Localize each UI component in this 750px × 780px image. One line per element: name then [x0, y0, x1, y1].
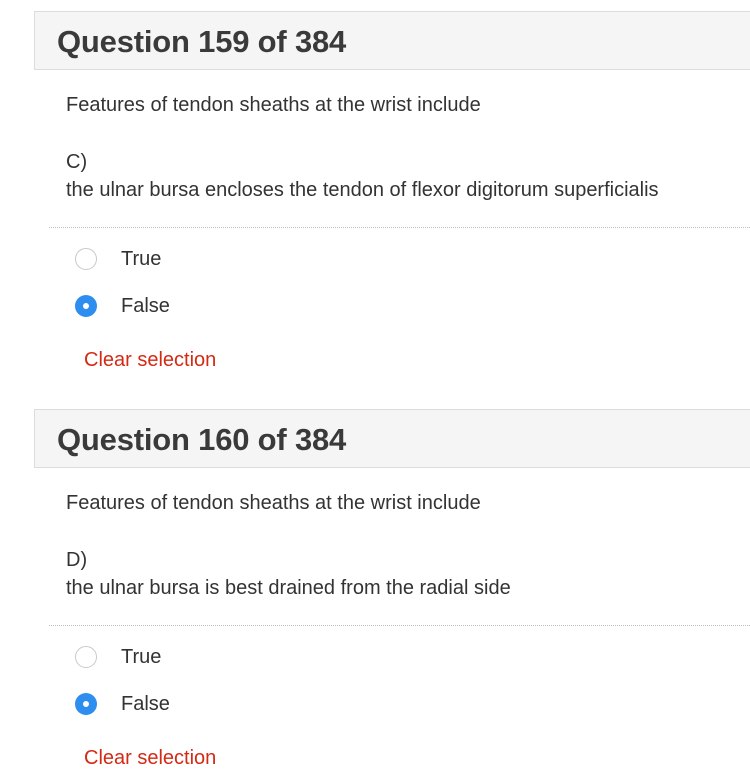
answer-label[interactable]: False	[121, 295, 170, 318]
divider	[49, 625, 750, 626]
answer-true[interactable]: True	[75, 644, 161, 670]
option-statement: the ulnar bursa is best drained from the…	[66, 577, 511, 599]
question-block-159: Question 159 of 384 Features of tendon s…	[0, 11, 750, 371]
answer-false[interactable]: False	[75, 293, 170, 319]
answer-label[interactable]: True	[121, 248, 161, 271]
radio-unchecked-icon[interactable]	[75, 646, 97, 668]
clear-selection-link[interactable]: Clear selection	[84, 349, 216, 372]
question-stem: Features of tendon sheaths at the wrist …	[66, 492, 481, 514]
clear-selection-link[interactable]: Clear selection	[84, 747, 216, 770]
option-letter: D)	[66, 549, 88, 571]
question-block-160: Question 160 of 384 Features of tendon s…	[0, 409, 750, 769]
question-title: Question 160 of 384	[57, 422, 347, 457]
option-statement: the ulnar bursa encloses the tendon of f…	[66, 179, 659, 201]
answer-false[interactable]: False	[75, 691, 170, 717]
radio-unchecked-icon[interactable]	[75, 248, 97, 270]
divider	[49, 227, 750, 228]
answer-label[interactable]: True	[121, 646, 161, 669]
question-header: Question 159 of 384	[34, 11, 750, 70]
question-header: Question 160 of 384	[34, 409, 750, 468]
radio-checked-icon[interactable]	[75, 693, 97, 715]
question-stem: Features of tendon sheaths at the wrist …	[66, 94, 481, 116]
question-title: Question 159 of 384	[57, 24, 347, 59]
answer-label[interactable]: False	[121, 693, 170, 716]
radio-checked-icon[interactable]	[75, 295, 97, 317]
answer-true[interactable]: True	[75, 246, 161, 272]
option-letter: C)	[66, 151, 88, 173]
